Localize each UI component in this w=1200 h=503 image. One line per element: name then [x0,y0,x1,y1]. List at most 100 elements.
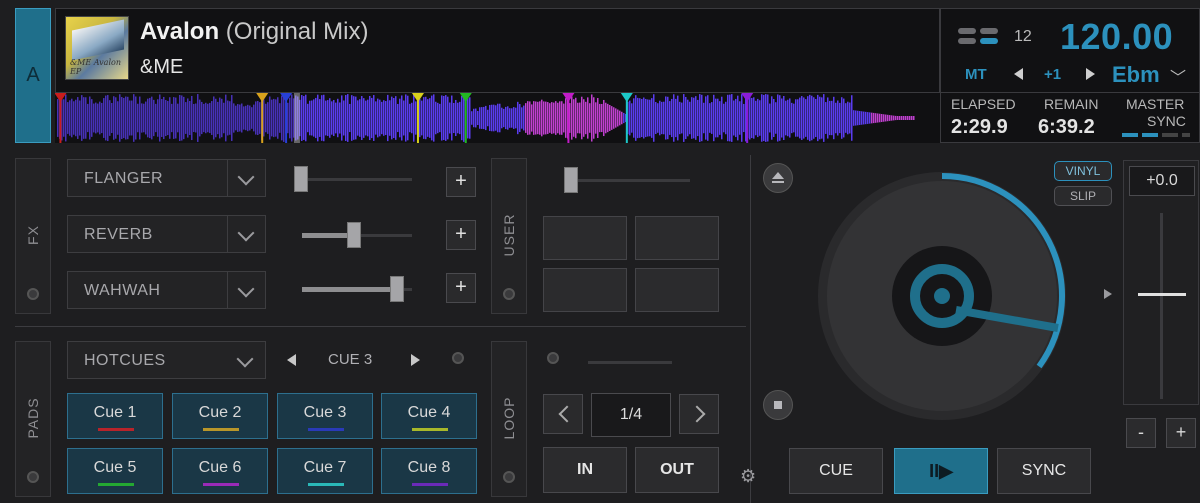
loop-size-display[interactable]: 1/4 [591,393,671,437]
sync-label[interactable]: SYNC [1147,113,1186,129]
user-button-3[interactable] [543,268,627,312]
slider-thumb[interactable] [390,276,404,302]
loop-halve-button[interactable] [543,394,583,434]
waveform-bar [581,96,583,140]
remain-time[interactable]: 6:39.2 [1038,116,1095,139]
hotcue-pad-5[interactable]: Cue 5 [67,448,163,494]
fx-select-2[interactable]: REVERB [67,215,266,253]
waveform-bar [773,98,775,138]
loop-out-button[interactable]: OUT [635,447,719,493]
hotcue-pad-1[interactable]: Cue 1 [67,393,163,439]
waveform-bar [355,96,357,140]
user-button-4[interactable] [635,268,719,312]
fx-add-button-3[interactable]: + [446,273,476,303]
pads-tab[interactable]: PADS [15,341,51,497]
waveform-bar [401,95,403,141]
pads-shift-led[interactable] [452,352,464,364]
pitch-value[interactable]: +0.0 [1129,166,1195,196]
waveform-bar [413,94,415,142]
waveform-bar [577,102,579,134]
hotcue-pad-7[interactable]: Cue 7 [277,448,373,494]
user-led[interactable] [503,288,515,300]
stop-button[interactable] [763,390,793,420]
fx-select-3[interactable]: WAHWAH [67,271,266,309]
user-button-2[interactable] [635,216,719,260]
eject-button[interactable] [763,163,793,193]
pitch-plus-button[interactable]: + [1166,418,1196,448]
hotcue-pad-4[interactable]: Cue 4 [381,393,477,439]
fx-select-3-value: WAHWAH [84,282,161,299]
waveform-bar [711,102,713,134]
waveform-bar [707,95,709,141]
loop-tab[interactable]: LOOP [491,341,527,497]
fx-add-button-1[interactable]: + [446,167,476,197]
master-tempo-button[interactable]: MT [965,66,987,83]
waveform-bar [443,95,445,141]
fx-slider-3[interactable] [302,276,412,302]
pads-led[interactable] [27,471,39,483]
waveform-bar [891,115,893,121]
key-dropdown-icon[interactable]: ﹀ [1170,64,1186,88]
waveform-bar [579,102,581,134]
waveform-bar [361,96,363,140]
waveform-bar [71,98,73,138]
waveform-bar [291,94,293,142]
layout-icon[interactable] [958,26,1000,46]
bpm-display[interactable]: 120.00 [1060,16,1173,58]
pad-mode-select[interactable]: HOTCUES [67,341,266,379]
fx-tab[interactable]: FX [15,158,51,314]
fx-slider-2[interactable] [302,222,412,248]
user-tab[interactable]: USER [491,158,527,314]
deck-letter[interactable]: A [15,8,51,143]
waveform-bar [389,100,391,136]
pitch-minus-button[interactable]: - [1126,418,1156,448]
key-up-icon[interactable] [1086,68,1095,80]
waveform-bar [251,107,253,129]
waveform-overview[interactable] [55,92,940,143]
fx-slider-1[interactable] [294,166,412,192]
waveform-bar [561,101,563,135]
pitch-handle[interactable] [1138,293,1186,296]
fx-led[interactable] [27,288,39,300]
user-button-1[interactable] [543,216,627,260]
waveform-bar [379,99,381,137]
pitch-fader[interactable]: +0.0 [1123,160,1199,405]
slider-thumb[interactable] [564,167,578,193]
cue-button[interactable]: CUE [789,448,883,494]
slider-thumb[interactable] [294,166,308,192]
slider-thumb[interactable] [347,222,361,248]
waveform-bar [279,103,281,133]
elapsed-time[interactable]: 2:29.9 [951,116,1008,139]
hotcue-pad-label: Cue 1 [93,404,137,421]
hotcue-color [412,428,448,431]
loop-double-button[interactable] [679,394,719,434]
sync-button[interactable]: SYNC [997,448,1091,494]
master-label[interactable]: MASTER [1126,96,1184,112]
user-slider[interactable] [564,167,690,193]
pad-page-prev-icon[interactable] [287,354,296,366]
waveform-bar [429,98,431,138]
pad-page-next-icon[interactable] [411,354,420,366]
fx-add-button-2[interactable]: + [446,220,476,250]
gear-icon[interactable]: ⚙ [740,466,756,487]
waveform-bar [777,94,779,142]
play-pause-button[interactable]: II▶ [894,448,988,494]
loop-in-button[interactable]: IN [543,447,627,493]
fx-select-1[interactable]: FLANGER [67,159,266,197]
loop-active-led[interactable] [547,352,559,364]
hotcue-pad-3[interactable]: Cue 3 [277,393,373,439]
waveform-bar [113,96,115,140]
waveform-bar [885,114,887,122]
jog-wheel[interactable] [816,170,1068,422]
waveform-bar [853,110,855,126]
track-title: Avalon [140,18,220,45]
waveform-bar [457,102,459,134]
hotcue-pad-8[interactable]: Cue 8 [381,448,477,494]
hotcue-pad-6[interactable]: Cue 6 [172,448,268,494]
key-down-icon[interactable] [1014,68,1023,80]
hotcue-pad-2[interactable]: Cue 2 [172,393,268,439]
waveform-bar [807,96,809,140]
waveform-bar [575,97,577,139]
loop-led[interactable] [503,471,515,483]
key-display[interactable]: Ebm [1112,62,1160,88]
